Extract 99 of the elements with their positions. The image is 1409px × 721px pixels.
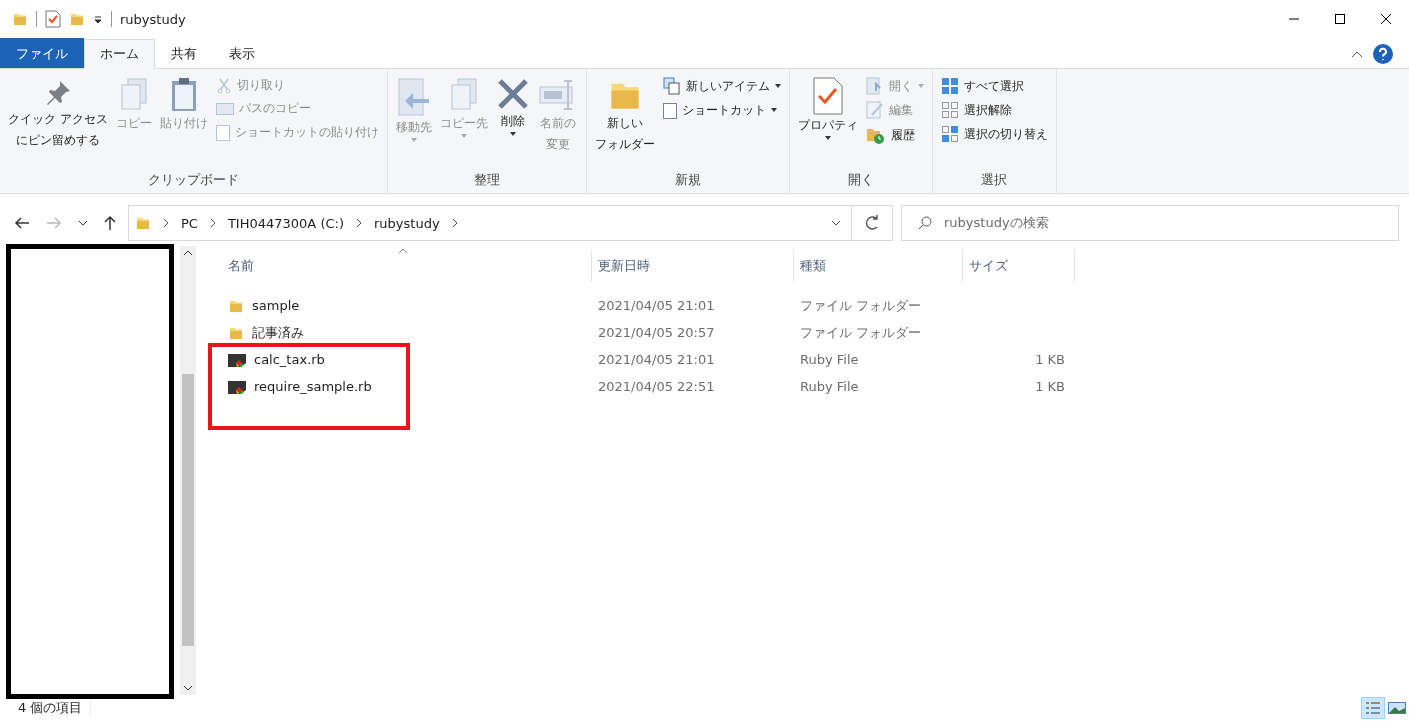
date-cell-text: 2021/04/05 21:01 <box>597 298 716 313</box>
grid-icon <box>940 77 959 95</box>
button-label-line: 名前の <box>539 115 576 132</box>
chevron-down-icon <box>78 219 88 227</box>
dropdown-icon <box>831 218 841 228</box>
caret-icon <box>774 84 781 88</box>
file-name[interactable]: sample <box>252 298 300 313</box>
button-label-line: にピン留めする <box>15 132 100 149</box>
ribbon-button[interactable]: クイック アクセス にピン留めする <box>6 73 110 169</box>
file-name[interactable]: 記事済み <box>252 323 304 342</box>
ribbon-button[interactable]: 選択解除 <box>938 99 1050 121</box>
properties-icon[interactable] <box>45 10 61 28</box>
close-icon <box>1381 14 1391 24</box>
search-placeholder: rubystudyの検索 <box>944 214 1049 232</box>
window-title: rubystudy <box>120 11 186 27</box>
ribbon-tab[interactable]: 表示 <box>213 38 271 68</box>
shortcut-icon <box>662 101 677 119</box>
type-cell-text: ファイル フォルダー <box>799 323 923 342</box>
search-icon <box>918 216 932 230</box>
group-label: 新規 <box>673 171 702 189</box>
ruby-file-icon <box>228 351 246 368</box>
column-header[interactable]: 更新日時 <box>592 250 794 282</box>
button-label-line: 貼り付け <box>159 115 208 132</box>
properties-icon <box>811 77 844 115</box>
ribbon-button[interactable]: ショートカット <box>660 99 783 121</box>
ribbon-button[interactable]: すべて選択 <box>938 75 1050 97</box>
date-cell-text: 2021/04/05 22:51 <box>597 379 716 394</box>
details-view-icon <box>1365 701 1381 715</box>
dropdown-caret-icon[interactable] <box>93 14 103 24</box>
path-icon <box>215 102 234 115</box>
column-header[interactable]: サイズ <box>963 250 1075 282</box>
help-icon[interactable] <box>1373 44 1393 64</box>
breadcrumb[interactable]: PC <box>181 215 198 231</box>
breadcrumb[interactable]: rubystudy <box>374 215 440 231</box>
move-icon <box>396 77 431 117</box>
edit-icon <box>865 101 884 119</box>
ribbon-tab[interactable]: 共有 <box>155 38 213 68</box>
button-label-line: 変更 <box>545 136 570 153</box>
column-header[interactable]: 名前 <box>222 250 592 282</box>
date-cell-text: 2021/04/05 20:57 <box>597 325 716 340</box>
chevron-icon <box>354 218 364 228</box>
caret-icon <box>917 84 924 88</box>
ruby-file-icon <box>228 378 246 395</box>
delete-icon <box>495 77 530 111</box>
caret-icon <box>509 132 516 136</box>
back-arrow-icon <box>14 217 30 229</box>
column-header[interactable]: 種類 <box>794 250 963 282</box>
ribbon-button[interactable]: 新しいアイテム <box>660 75 783 97</box>
grid-icon <box>940 101 959 119</box>
ribbon-tab[interactable]: ホーム <box>84 39 155 69</box>
button-label-line: クイック アクセス <box>8 111 108 128</box>
file-name[interactable]: calc_tax.rb <box>254 352 325 367</box>
button-label-line: 新しい <box>606 115 643 132</box>
button-label-line: 移動先 <box>395 119 432 136</box>
type-cell-text: ファイル フォルダー <box>799 296 923 315</box>
grid-icon <box>940 125 959 143</box>
search-field[interactable]: rubystudyの検索 <box>901 205 1399 241</box>
details-view-button[interactable] <box>1361 697 1385 719</box>
button-label-line: フォルダー <box>594 136 655 153</box>
shortcut-icon <box>215 123 230 141</box>
folder-icon <box>12 11 28 27</box>
ribbon-button[interactable]: 新しい フォルダー <box>592 73 657 169</box>
button-label-line: プロパティ <box>797 117 858 134</box>
caret-icon <box>770 108 777 112</box>
ribbon-button[interactable]: プロパティ <box>795 73 860 169</box>
caret-icon <box>410 138 417 142</box>
breadcrumb[interactable]: TIH0447300A (C:) <box>227 215 344 231</box>
folder-icon <box>69 11 85 27</box>
size-cell-text: 1 KB <box>1034 379 1066 394</box>
collapse-ribbon-icon[interactable] <box>1351 50 1363 58</box>
group-label: クリップボード <box>146 171 240 189</box>
item-count: 4 個の項目 <box>18 699 92 717</box>
caret-icon <box>824 136 831 140</box>
caret-icon <box>460 134 467 138</box>
maximize-icon <box>1335 14 1345 24</box>
ribbon-button[interactable]: 削除 <box>493 73 532 169</box>
forward-arrow-icon <box>46 217 62 229</box>
date-cell-text: 2021/04/05 21:01 <box>597 352 716 367</box>
up-arrow-icon <box>104 215 116 231</box>
scissors-icon <box>215 77 232 94</box>
button-label-line: コピー先 <box>439 115 488 132</box>
size-cell-text: 1 KB <box>1034 352 1066 367</box>
group-label: 開く <box>846 171 875 189</box>
chevron-icon <box>161 218 171 228</box>
group-label: 選択 <box>980 171 1009 189</box>
ribbon-button[interactable]: 履歴 <box>863 123 926 147</box>
scrollbar[interactable] <box>180 246 196 695</box>
address-bar[interactable]: PC TIH0447300A (C:) rubystudy <box>128 205 893 241</box>
thumbnails-view-icon <box>1388 702 1406 714</box>
type-cell-text: Ruby File <box>799 352 860 367</box>
new-item-icon <box>662 77 681 95</box>
file-tab[interactable]: ファイル <box>0 38 84 68</box>
button-label-line: 削除 <box>500 113 525 130</box>
file-name[interactable]: require_sample.rb <box>254 379 372 394</box>
group-label: 整理 <box>472 171 501 189</box>
ribbon-button[interactable]: 選択の切り替え <box>938 123 1050 145</box>
button-label-line: コピー <box>115 115 152 132</box>
type-cell-text: Ruby File <box>799 379 860 394</box>
folder-icon <box>135 215 151 231</box>
